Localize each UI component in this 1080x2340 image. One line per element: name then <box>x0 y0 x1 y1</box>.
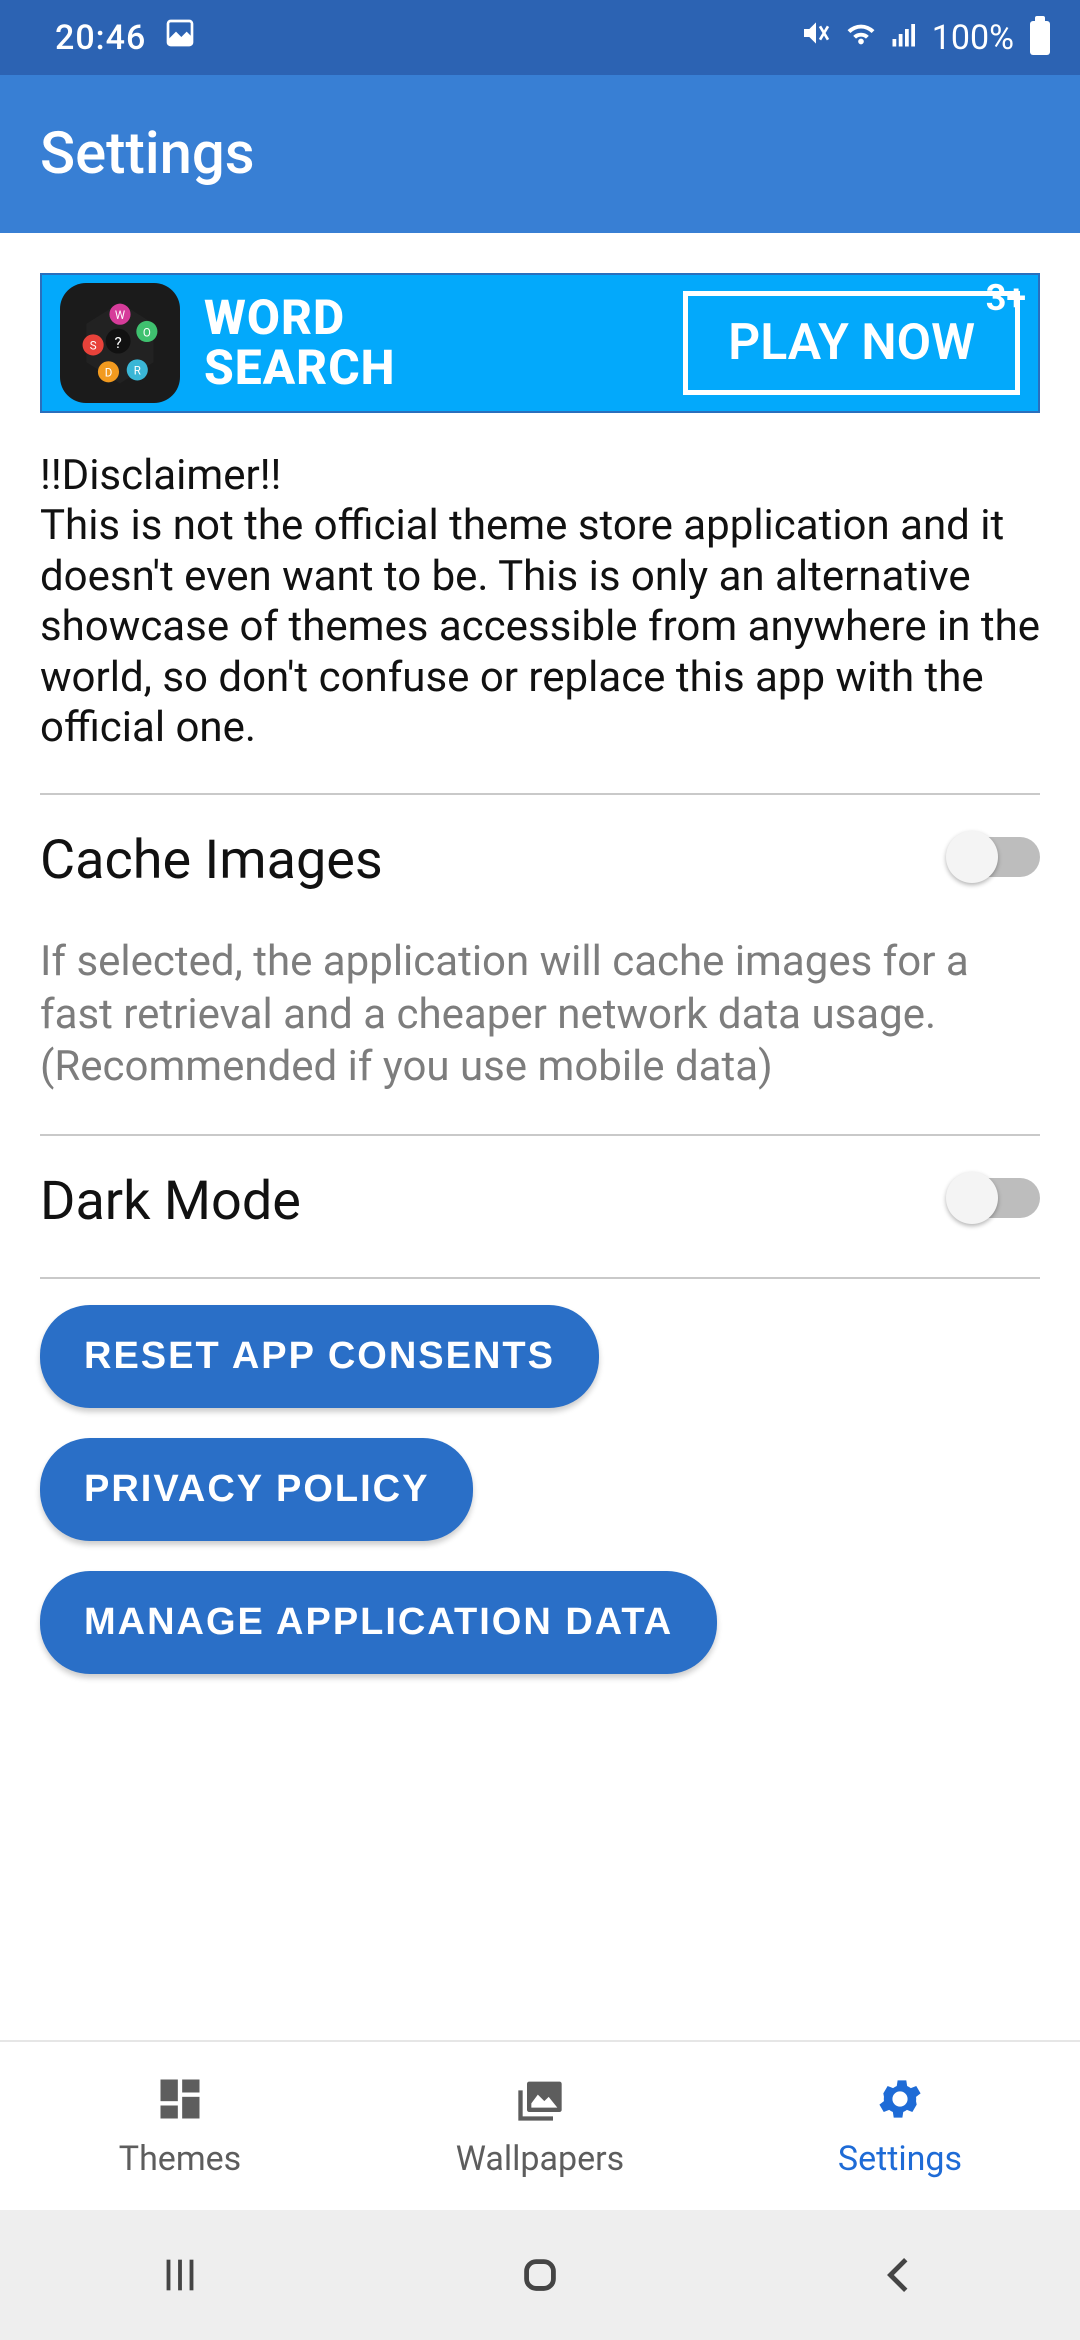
manage-data-button[interactable]: MANAGE APPLICATION DATA <box>40 1571 717 1674</box>
svg-text:?: ? <box>114 334 121 352</box>
reset-consents-button[interactable]: RESET APP CONSENTS <box>40 1305 599 1408</box>
setting-title: Cache Images <box>40 829 1040 892</box>
mute-icon <box>800 17 832 58</box>
wallpapers-icon <box>514 2073 566 2125</box>
nav-label: Settings <box>838 2139 962 2179</box>
svg-text:O: O <box>143 325 151 339</box>
content: W O S D R ? WORD SEARCH PLAY NOW 3+ !!Di… <box>0 233 1080 2040</box>
gear-icon <box>874 2073 926 2125</box>
svg-text:R: R <box>134 364 141 378</box>
bottom-nav: Themes Wallpapers Settings <box>0 2040 1080 2210</box>
svg-text:D: D <box>105 366 113 380</box>
ad-title-line1: WORD <box>204 293 395 343</box>
ad-age-badge: 3+ <box>986 277 1026 319</box>
battery-icon <box>1030 21 1050 55</box>
disclaimer-title: !!Disclaimer!! <box>40 451 281 500</box>
nav-settings[interactable]: Settings <box>720 2042 1080 2210</box>
ad-play-button[interactable]: PLAY NOW <box>683 291 1020 395</box>
svg-text:S: S <box>90 339 97 353</box>
home-button[interactable] <box>505 2250 575 2300</box>
battery-text: 100% <box>932 18 1014 58</box>
svg-text:W: W <box>115 308 125 322</box>
wifi-icon <box>844 16 878 59</box>
setting-description: If selected, the application will cache … <box>40 936 1040 1094</box>
switch-cache-images[interactable] <box>950 837 1040 877</box>
ad-title-line2: SEARCH <box>204 343 395 393</box>
back-button[interactable] <box>865 2250 935 2300</box>
nav-wallpapers[interactable]: Wallpapers <box>360 2042 720 2210</box>
gallery-icon <box>164 17 196 58</box>
disclaimer-body: This is not the official theme store app… <box>40 501 1040 752</box>
nav-label: Wallpapers <box>456 2139 624 2179</box>
nav-themes[interactable]: Themes <box>0 2042 360 2210</box>
ad-app-icon: W O S D R ? <box>60 283 180 403</box>
themes-icon <box>154 2073 206 2125</box>
ad-banner[interactable]: W O S D R ? WORD SEARCH PLAY NOW 3+ <box>40 273 1040 413</box>
signal-icon <box>890 18 920 58</box>
nav-label: Themes <box>119 2139 241 2179</box>
setting-cache-images[interactable]: Cache Images If selected, the applicatio… <box>0 795 1080 1134</box>
system-nav-bar <box>0 2210 1080 2340</box>
switch-dark-mode[interactable] <box>950 1178 1040 1218</box>
button-group: RESET APP CONSENTS PRIVACY POLICY MANAGE… <box>0 1279 1080 1700</box>
page-title: Settings <box>40 120 255 188</box>
status-time: 20:46 <box>55 18 146 58</box>
app-bar: Settings <box>0 75 1080 233</box>
disclaimer-block: !!Disclaimer!! This is not the official … <box>0 443 1080 793</box>
recents-button[interactable] <box>145 2250 215 2300</box>
privacy-policy-button[interactable]: PRIVACY POLICY <box>40 1438 473 1541</box>
setting-dark-mode[interactable]: Dark Mode <box>0 1136 1080 1277</box>
setting-title: Dark Mode <box>40 1170 1040 1233</box>
ad-title: WORD SEARCH <box>204 293 395 394</box>
status-bar: 20:46 100% <box>0 0 1080 75</box>
